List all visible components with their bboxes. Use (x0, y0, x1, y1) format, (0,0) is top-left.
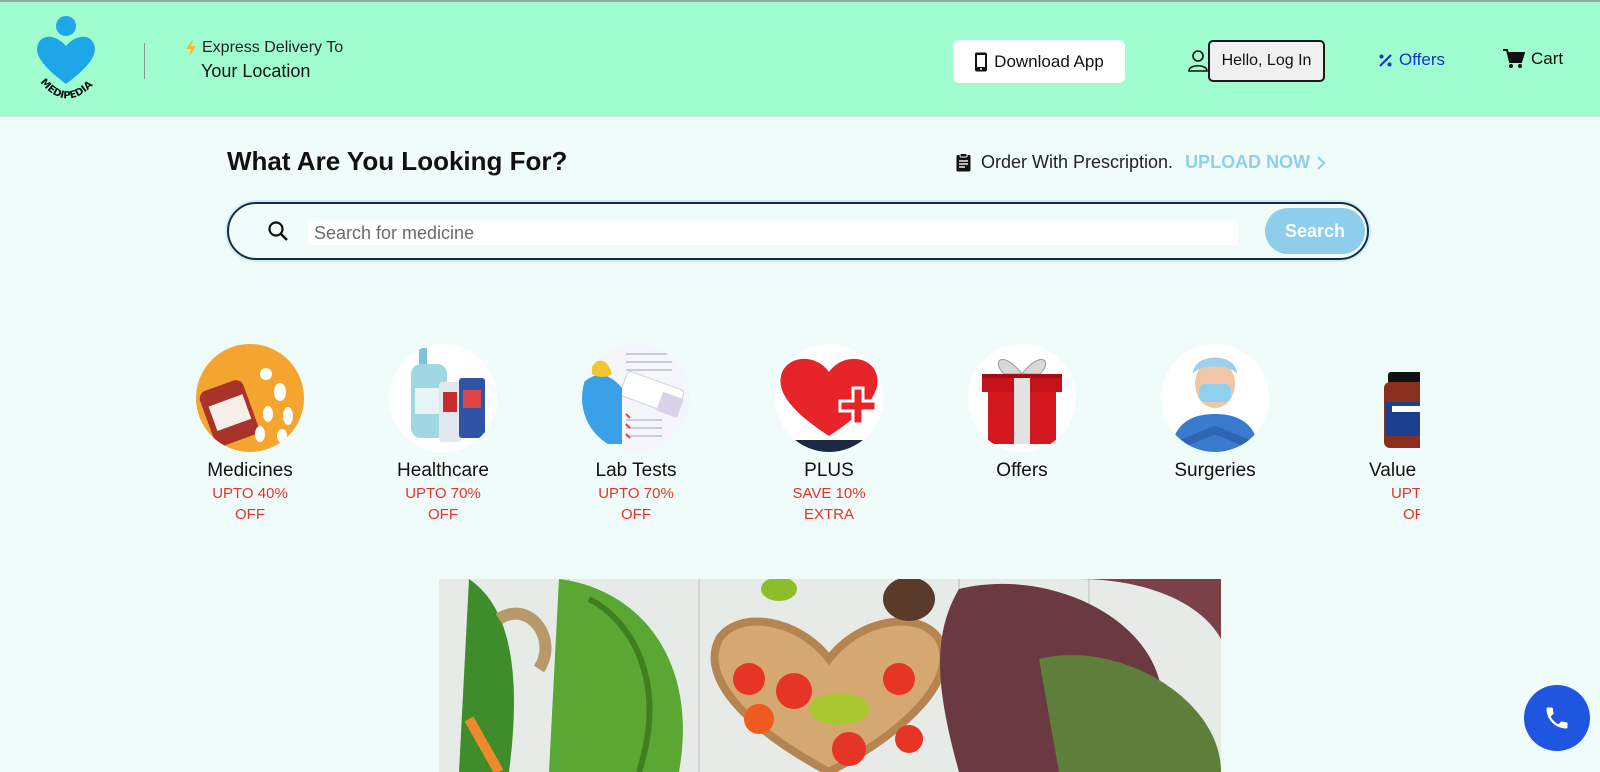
category-plus[interactable]: PLUS SAVE 10% EXTRA (769, 344, 889, 524)
prescription-text: Order With Prescription. (981, 152, 1174, 172)
category-promo-line1: SAVE 10% (792, 485, 866, 502)
category-name: Lab Tests (595, 460, 677, 481)
search-bar: Search (227, 202, 1369, 260)
offers-label: Offers (1399, 50, 1445, 69)
medicines-image (196, 344, 304, 452)
category-promo-line1: UPTO 5 (1391, 485, 1420, 502)
search-button[interactable]: Search (1265, 208, 1365, 254)
cart-icon (1503, 49, 1525, 68)
healthcare-image (389, 344, 497, 452)
phone-call-icon (1546, 707, 1568, 729)
cart-link[interactable]: Cart (1503, 49, 1563, 69)
download-app-label: Download App (994, 51, 1104, 71)
offers-link[interactable]: Offers (1378, 50, 1445, 70)
category-lab-tests[interactable]: Lab Tests UPTO 70% OFF (576, 344, 696, 524)
category-name: Offers (996, 460, 1048, 481)
chevron-right-icon (1317, 155, 1326, 170)
category-carousel: Medicines UPTO 40% OFF Healthcare UPTO 7… (190, 344, 1420, 524)
prescription-upload: Order With Prescription. UPLOAD NOW (956, 152, 1326, 173)
category-value-store[interactable]: Value Store UPTO 5 OFF (1348, 344, 1420, 524)
mobile-phone-icon (975, 52, 988, 71)
surgeries-image (1161, 344, 1269, 452)
category-name: Surgeries (1174, 460, 1256, 481)
plus-image (775, 344, 883, 452)
value-store-image (1358, 344, 1420, 452)
cart-label: Cart (1531, 49, 1564, 68)
delivery-location-value[interactable]: Your Location (201, 61, 343, 82)
category-name: PLUS (804, 460, 854, 481)
category-promo-line2: EXTRA (803, 506, 854, 523)
page-title: What Are You Looking For? (227, 146, 568, 176)
lab-tests-image (582, 344, 690, 452)
category-promo-line1: UPTO 70% (405, 485, 481, 502)
delivery-location[interactable]: Express Delivery To Your Location (184, 39, 343, 82)
top-header: MEDIPEDIA Express Delivery To Your Locat… (0, 0, 1600, 117)
upload-now-label: UPLOAD NOW (1185, 152, 1311, 172)
category-name: Healthcare (397, 460, 489, 481)
category-surgeries[interactable]: Surgeries (1155, 344, 1275, 482)
category-promo-line2: OFF (428, 506, 458, 523)
search-input[interactable] (308, 221, 1238, 245)
category-name: Medicines (207, 460, 293, 481)
healthy-food-banner[interactable] (439, 579, 1221, 772)
clipboard-icon (956, 153, 971, 172)
category-promo-line2: OFF (1403, 506, 1420, 523)
category-promo-line1: UPTO 40% (212, 485, 288, 502)
category-offers[interactable]: Offers (962, 344, 1082, 482)
login-button[interactable]: Hello, Log In (1208, 40, 1325, 82)
category-name: Value Store (1369, 460, 1420, 481)
search-icon (268, 221, 288, 241)
medipedia-logo[interactable]: MEDIPEDIA (32, 14, 100, 104)
download-app-button[interactable]: Download App (953, 40, 1125, 83)
category-promo-line1: UPTO 70% (598, 485, 674, 502)
category-medicines[interactable]: Medicines UPTO 40% OFF (190, 344, 310, 524)
discount-icon (1379, 53, 1392, 67)
call-button[interactable] (1524, 685, 1590, 751)
offers-gift-image (968, 344, 1076, 452)
lightning-bolt-icon (186, 39, 196, 57)
category-healthcare[interactable]: Healthcare UPTO 70% OFF (383, 344, 503, 524)
category-promo-line2: OFF (621, 506, 651, 523)
delivery-label: Express Delivery To (202, 39, 344, 56)
upload-now-link[interactable]: UPLOAD NOW (1185, 152, 1326, 173)
category-promo-line2: OFF (235, 506, 265, 523)
header-divider (144, 43, 145, 79)
user-icon[interactable] (1188, 50, 1208, 72)
